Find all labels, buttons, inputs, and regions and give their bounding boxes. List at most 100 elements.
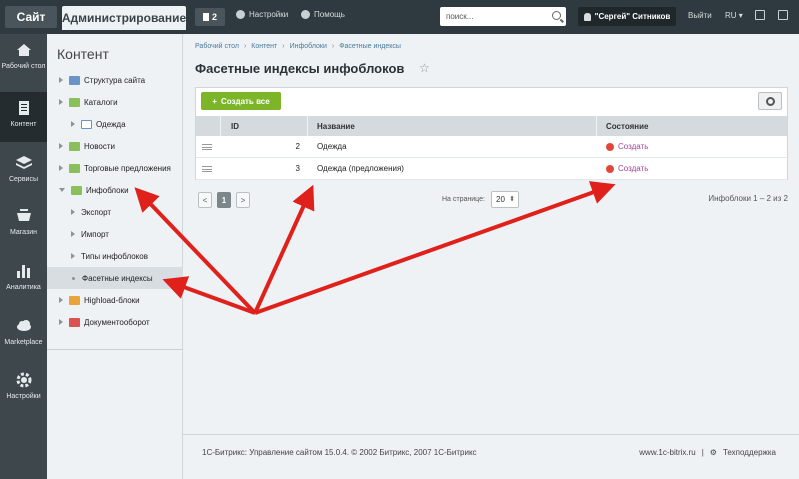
copyright-text: 1С-Битрикс: Управление сайтом 15.0.4. © … (202, 448, 477, 457)
row-id: 2 (295, 142, 300, 151)
calendar-icon[interactable] (755, 10, 765, 20)
workflow-icon (69, 317, 80, 327)
menu-item-content[interactable]: Контент (0, 92, 47, 142)
notifications-button[interactable]: 2 (195, 8, 225, 26)
chevron-down-icon[interactable] (59, 188, 65, 192)
chevron-right-icon[interactable] (59, 143, 63, 149)
language-select[interactable]: RU ▾ (725, 11, 743, 20)
chevron-right-icon[interactable] (71, 209, 75, 215)
sidebar-item-import[interactable]: Импорт (47, 223, 183, 245)
row-name: Одежда (317, 142, 347, 151)
menu-item-desktop[interactable]: Рабочий стол (0, 34, 47, 84)
table-row[interactable]: 2 Одежда Создать (196, 136, 787, 158)
row-menu-icon[interactable] (202, 144, 212, 150)
chevron-right-icon[interactable] (59, 77, 63, 83)
column-header-id[interactable]: ID (231, 116, 239, 136)
table-settings-button[interactable] (758, 92, 782, 110)
settings-link[interactable]: Настройки (236, 10, 288, 19)
logout-link[interactable]: Выйти (688, 11, 712, 20)
offers-icon (69, 163, 80, 173)
create-all-button[interactable]: + Создать все (201, 92, 281, 110)
column-header-status[interactable]: Состояние (606, 116, 648, 136)
menu-item-services[interactable]: Сервисы (0, 147, 47, 197)
menu-item-label: Аналитика (6, 284, 41, 291)
breadcrumb-separator: › (331, 43, 335, 50)
menu-item-label: Контент (10, 121, 37, 128)
chevron-right-icon[interactable] (71, 121, 75, 127)
column-separator (307, 116, 308, 136)
sidebar-item-news[interactable]: Новости (47, 135, 183, 157)
bitrix-site-link[interactable]: www.1c-bitrix.ru (639, 448, 695, 457)
gear-icon (236, 10, 245, 19)
sidebar-item-infoblocks[interactable]: Инфоблоки (47, 179, 183, 201)
desktop-icon (16, 44, 31, 56)
footer-links: www.1c-bitrix.ru | ⚙ Техподдержка (639, 448, 776, 457)
admin-tab[interactable]: Администрирование (62, 6, 186, 30)
per-page-select[interactable]: 20 (491, 191, 519, 208)
index-table-panel: + Создать все ID Название Состояние 2 Од… (195, 87, 788, 180)
create-index-link[interactable]: Создать (618, 142, 648, 151)
menu-item-settings[interactable]: Настройки (0, 364, 47, 414)
prev-page-button[interactable]: < (198, 192, 212, 208)
sidebar-item-clothes[interactable]: Одежда (47, 113, 183, 135)
sidebar-item-structure[interactable]: Структура сайта (47, 69, 183, 91)
chevron-right-icon[interactable] (71, 231, 75, 237)
sidebar-item-highload[interactable]: Highload-блоки (47, 289, 183, 311)
structure-icon (69, 75, 80, 85)
sidebar-item-label: Каталоги (84, 97, 118, 107)
chevron-right-icon[interactable] (59, 319, 63, 325)
breadcrumb-separator: › (243, 43, 247, 50)
chevron-right-icon[interactable] (59, 165, 63, 171)
row-status[interactable]: Создать (606, 158, 648, 179)
sidebar-item-export[interactable]: Экспорт (47, 201, 183, 223)
breadcrumb-item[interactable]: Инфоблоки (290, 43, 327, 50)
current-page-button[interactable]: 1 (217, 192, 231, 208)
sidebar-item-label: Highload-блоки (84, 295, 140, 305)
sidebar-item-label: Структура сайта (84, 75, 146, 85)
column-header-name[interactable]: Название (317, 116, 355, 136)
chevron-right-icon[interactable] (71, 253, 75, 259)
breadcrumb-item[interactable]: Рабочий стол (195, 43, 239, 50)
content-icon (18, 101, 29, 115)
sidebar-item-catalogs[interactable]: Каталоги (47, 91, 183, 113)
row-status[interactable]: Создать (606, 136, 648, 157)
items-count: Инфоблоки 1 – 2 из 2 (708, 194, 788, 203)
breadcrumb: Рабочий стол › Контент › Инфоблоки › Фас… (195, 43, 401, 50)
sidebar-item-label: Инфоблоки (86, 185, 129, 195)
breadcrumb-item[interactable]: Фасетные индексы (339, 43, 401, 50)
search-input[interactable]: поиск... (440, 7, 566, 26)
create-index-link[interactable]: Создать (618, 164, 648, 173)
cart-icon (16, 209, 31, 221)
help-link[interactable]: Помощь (301, 10, 345, 19)
sidebar-title: Контент (57, 46, 109, 62)
user-menu-button[interactable]: "Сергей" Ситников (578, 7, 676, 26)
menu-item-marketplace[interactable]: Marketplace (0, 310, 47, 360)
sidebar-item-offers[interactable]: Торговые предложения (47, 157, 183, 179)
support-link[interactable]: Техподдержка (723, 448, 776, 457)
expand-icon[interactable] (778, 10, 788, 20)
site-tab[interactable]: Сайт (5, 6, 57, 28)
sidebar: Контент Структура сайта Каталоги Одежда … (47, 34, 183, 479)
plus-icon: + (212, 96, 217, 106)
table-row[interactable]: 3 Одежда (предложения) Создать (196, 158, 787, 180)
row-id: 3 (295, 164, 300, 173)
row-menu-icon[interactable] (202, 166, 212, 172)
sidebar-item-infoblock-types[interactable]: Типы инфоблоков (47, 245, 183, 267)
menu-item-shop[interactable]: Магазин (0, 200, 47, 250)
breadcrumb-item[interactable]: Контент (251, 43, 277, 50)
user-icon (583, 12, 591, 21)
sidebar-item-facet-indexes[interactable]: Фасетные индексы (47, 267, 183, 289)
sidebar-item-label: Торговые предложения (84, 163, 171, 173)
sidebar-item-workflow[interactable]: Документооборот (47, 311, 183, 333)
breadcrumb-separator: › (282, 43, 285, 50)
gear-icon (16, 372, 31, 388)
favorite-star-icon[interactable]: ☆ (419, 61, 430, 75)
flag-icon (202, 13, 209, 21)
next-page-button[interactable]: > (236, 192, 250, 208)
help-label: Помощь (314, 10, 345, 19)
chevron-right-icon[interactable] (59, 297, 63, 303)
services-icon (15, 156, 32, 169)
search-icon[interactable] (552, 11, 561, 20)
menu-item-analytics[interactable]: Аналитика (0, 255, 47, 305)
chevron-right-icon[interactable] (59, 99, 63, 105)
